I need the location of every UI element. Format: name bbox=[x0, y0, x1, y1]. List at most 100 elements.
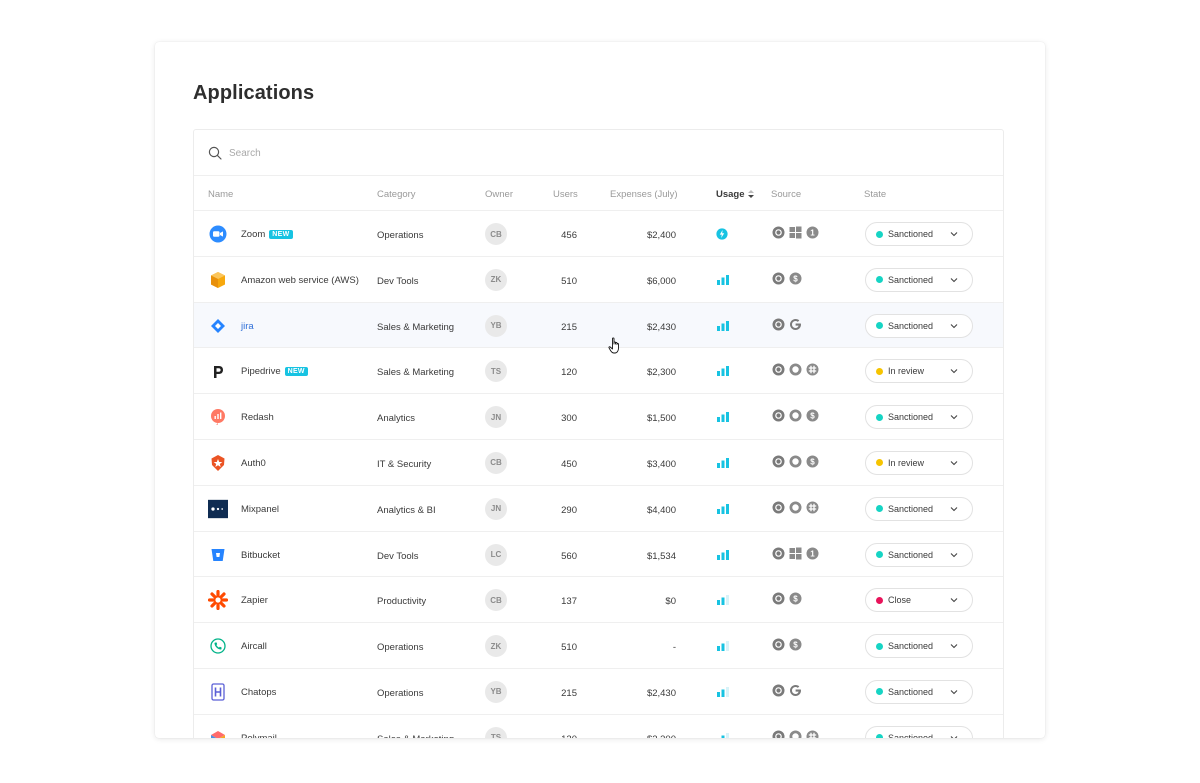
users-cell: 215 bbox=[561, 321, 577, 333]
table-row[interactable]: Mixpanel Analytics & BI JN 290 $4,400 Sanctio… bbox=[194, 486, 1003, 532]
state-dropdown[interactable]: Sanctioned bbox=[865, 496, 973, 521]
table-row[interactable]: Zapier Productivity CB 137 $0 $ Close bbox=[194, 577, 1003, 624]
app-name[interactable]: jira bbox=[241, 321, 254, 332]
app-name[interactable]: Polymail bbox=[241, 733, 277, 738]
google-icon bbox=[789, 684, 802, 697]
chrome-icon bbox=[772, 318, 785, 331]
table-row[interactable]: Zoom NEW Operations CB 456 $2,400 1 Sanctioned bbox=[194, 211, 1003, 257]
chrome-icon bbox=[772, 272, 785, 285]
owner-avatar[interactable]: TS bbox=[485, 726, 507, 738]
app-name-cell[interactable]: Auth0 bbox=[241, 458, 266, 469]
app-name-cell[interactable]: Zapier bbox=[241, 595, 268, 606]
app-name[interactable]: Auth0 bbox=[241, 458, 266, 469]
state-dot bbox=[876, 459, 883, 467]
app-name-cell[interactable]: Polymail bbox=[241, 733, 277, 738]
app-name-cell[interactable]: Bitbucket bbox=[241, 550, 280, 561]
circle-icon bbox=[789, 455, 802, 468]
column-header-state[interactable]: State bbox=[864, 189, 886, 200]
owner-avatar[interactable]: LC bbox=[485, 543, 507, 566]
state-dropdown[interactable]: Close bbox=[865, 588, 973, 613]
owner-avatar[interactable]: YB bbox=[485, 680, 507, 703]
state-dropdown[interactable]: Sanctioned bbox=[865, 725, 973, 738]
state-label: Sanctioned bbox=[888, 229, 934, 239]
app-name-cell[interactable]: Chatops bbox=[241, 687, 276, 698]
table-row[interactable]: Redash Analytics JN 300 $1,500 $ Sanctioned bbox=[194, 394, 1003, 440]
app-name[interactable]: Redash bbox=[241, 412, 274, 423]
owner-avatar[interactable]: CB bbox=[485, 451, 507, 474]
state-dropdown[interactable]: Sanctioned bbox=[865, 634, 973, 659]
category-cell: Sales & Marketing bbox=[377, 734, 454, 738]
table-row[interactable]: Auth0 IT & Security CB 450 $3,400 $ In review bbox=[194, 440, 1003, 486]
app-name[interactable]: Zoom bbox=[241, 229, 265, 240]
owner-avatar[interactable]: ZK bbox=[485, 268, 507, 291]
usage-bars-icon bbox=[716, 640, 730, 652]
table-row[interactable]: jira Sales & Marketing YB 215 $2,430 Sanction… bbox=[194, 302, 1003, 349]
app-name-cell[interactable]: Zoom NEW bbox=[241, 229, 293, 240]
expenses-cell: $6,000 bbox=[646, 275, 676, 287]
state-dropdown[interactable]: Sanctioned bbox=[865, 222, 973, 246]
column-header-name[interactable]: Name bbox=[208, 189, 233, 200]
count-1-icon: 1 bbox=[806, 226, 819, 239]
app-name-cell[interactable]: Pipedrive NEW bbox=[241, 366, 308, 377]
expenses-cell: - bbox=[672, 642, 676, 654]
applications-card: Applications Name Category Owner Users E… bbox=[155, 42, 1045, 738]
column-header-source[interactable]: Source bbox=[771, 189, 801, 200]
state-dropdown[interactable]: In review bbox=[865, 450, 973, 475]
chrome-icon bbox=[772, 455, 785, 468]
state-dropdown[interactable]: Sanctioned bbox=[865, 405, 973, 430]
source-icons bbox=[772, 318, 802, 331]
search-input[interactable] bbox=[229, 142, 729, 164]
table-row[interactable]: Aircall Operations ZK 510 - $ Sanctioned bbox=[194, 623, 1003, 669]
state-dropdown[interactable]: Sanctioned bbox=[865, 542, 973, 567]
state-dropdown[interactable]: Sanctioned bbox=[865, 679, 973, 704]
category-cell: Sales & Marketing bbox=[377, 321, 455, 333]
table-row[interactable]: Polymail Sales & Marketing TS 120 $2,300 Sanc… bbox=[194, 715, 1003, 738]
users-cell: 560 bbox=[561, 550, 577, 562]
owner-avatar[interactable]: JN bbox=[485, 497, 507, 520]
owner-avatar[interactable]: TS bbox=[485, 360, 507, 383]
state-label: Sanctioned bbox=[888, 686, 934, 697]
app-name[interactable]: Chatops bbox=[241, 687, 276, 698]
app-name[interactable]: Mixpanel bbox=[241, 504, 279, 515]
state-label: Sanctioned bbox=[888, 274, 934, 285]
column-header-users[interactable]: Users bbox=[553, 189, 578, 200]
app-name[interactable]: Aircall bbox=[241, 641, 267, 652]
app-name-cell[interactable]: jira bbox=[241, 321, 254, 332]
state-dropdown[interactable]: In review bbox=[865, 359, 973, 384]
circle-icon bbox=[789, 730, 802, 738]
app-name[interactable]: Bitbucket bbox=[241, 550, 280, 561]
owner-avatar[interactable]: YB bbox=[485, 314, 507, 337]
expenses-cell: $4,400 bbox=[646, 504, 676, 516]
column-header-expenses[interactable]: Expenses (July) bbox=[610, 189, 678, 200]
table-row[interactable]: Amazon web service (AWS) Dev Tools ZK 510 $6… bbox=[194, 257, 1003, 303]
state-label: Sanctioned bbox=[888, 320, 934, 331]
app-name[interactable]: Pipedrive bbox=[241, 366, 281, 377]
chevron-down-icon bbox=[950, 552, 958, 557]
app-name-cell[interactable]: Mixpanel bbox=[241, 504, 279, 515]
app-name[interactable]: Zapier bbox=[241, 595, 268, 606]
app-name-cell[interactable]: Aircall bbox=[241, 641, 267, 652]
category-cell: Sales & Marketing bbox=[377, 367, 455, 379]
category-cell: Analytics & BI bbox=[377, 504, 436, 516]
column-header-category[interactable]: Category bbox=[377, 189, 416, 200]
users-cell: 510 bbox=[561, 642, 577, 654]
owner-avatar[interactable]: CB bbox=[485, 223, 507, 245]
slack-icon bbox=[806, 501, 819, 514]
app-name-cell[interactable]: Amazon web service (AWS) bbox=[241, 275, 359, 286]
state-dropdown[interactable]: Sanctioned bbox=[865, 313, 973, 338]
app-name[interactable]: Amazon web service (AWS) bbox=[241, 275, 359, 286]
users-cell: 300 bbox=[561, 413, 577, 425]
owner-avatar[interactable]: CB bbox=[485, 589, 507, 612]
app-name-cell[interactable]: Redash bbox=[241, 412, 274, 423]
owner-avatar[interactable]: JN bbox=[485, 406, 507, 429]
table-row[interactable]: Bitbucket Dev Tools LC 560 $1,534 1 Sanctioned bbox=[194, 532, 1003, 578]
owner-avatar[interactable]: ZK bbox=[485, 635, 507, 658]
users-cell: 215 bbox=[561, 687, 577, 699]
table-row[interactable]: Chatops Operations YB 215 $2,430 Sanctioned bbox=[194, 669, 1003, 715]
state-dropdown[interactable]: Sanctioned bbox=[865, 267, 973, 292]
table-row[interactable]: Pipedrive NEW Sales & Marketing TS 120 $2,300… bbox=[194, 348, 1003, 395]
column-header-owner[interactable]: Owner bbox=[485, 189, 513, 200]
state-label: In review bbox=[888, 366, 925, 377]
column-header-usage[interactable]: Usage bbox=[716, 189, 755, 200]
state-dot bbox=[876, 413, 883, 421]
